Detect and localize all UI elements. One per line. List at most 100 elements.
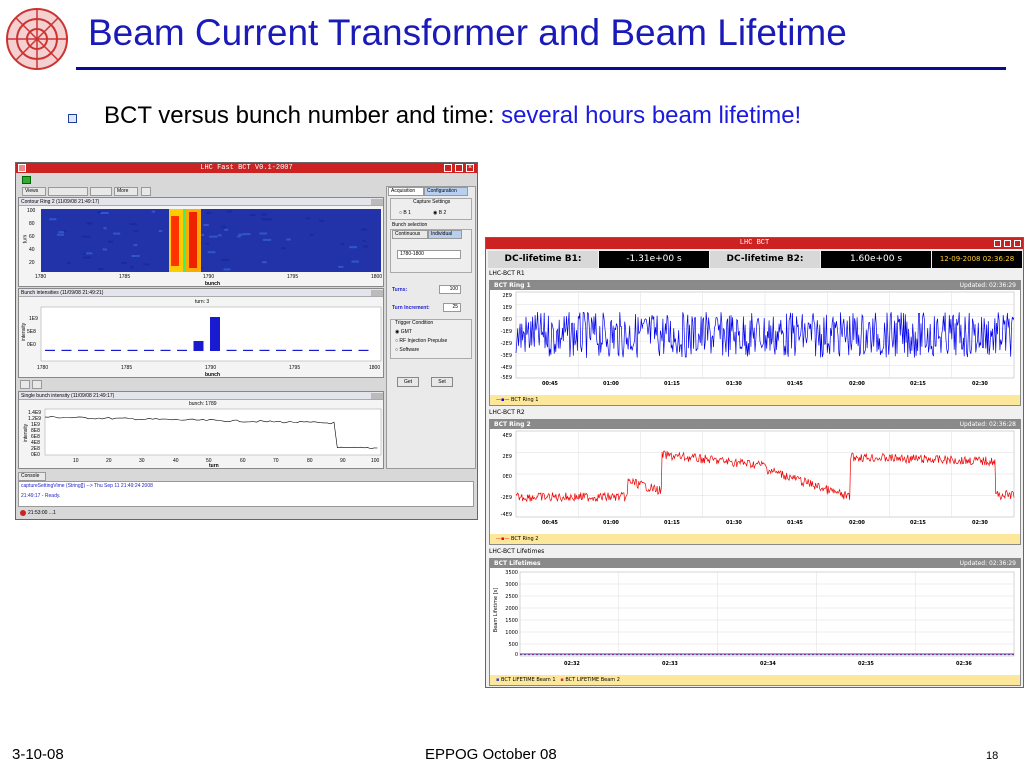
ring2-legend: —▪— BCT Ring 2: [490, 534, 1020, 544]
run-icon[interactable]: [22, 176, 31, 184]
contour-noise-cell: [130, 266, 134, 269]
status-error-icon: [20, 510, 26, 516]
capture-settings-label: Capture Settings: [413, 199, 451, 205]
contour-noise-cell: [262, 238, 272, 241]
ring2-legend-label: BCT Ring 2: [510, 536, 539, 542]
contour-noise-cell: [261, 213, 268, 216]
contour-noise-cell: [286, 238, 291, 241]
contour-noise-cell: [206, 212, 212, 215]
get-button[interactable]: Get: [397, 377, 419, 387]
datetime-display: 12-09-2008 02:36:28: [932, 251, 1022, 268]
status-text: 21:53:00 ...1: [28, 510, 56, 516]
console-tab[interactable]: Console: [18, 472, 46, 481]
set-button[interactable]: Set: [431, 377, 453, 387]
tab-configuration[interactable]: Configuration: [424, 187, 468, 196]
subtab-continuous[interactable]: Continuous: [392, 230, 428, 239]
contour-noise-cell: [220, 225, 226, 228]
bunch-selection-group: Continuous Individual 1780-1800: [390, 229, 472, 273]
tab-acquisition[interactable]: Acquisition: [388, 187, 424, 196]
ring1-ytick: -3E9: [500, 353, 512, 359]
trigger-gmt[interactable]: ◉ GMT: [395, 329, 412, 335]
contour-ylabel: turn: [22, 234, 29, 244]
bullet-highlight: several hours beam lifetime!: [501, 102, 802, 129]
footer-date: 3-10-08: [12, 746, 64, 763]
contour-noise-cell: [85, 252, 93, 255]
ring1-ytick: 0E0: [502, 317, 512, 323]
turn-increment-input[interactable]: 25: [443, 303, 461, 312]
single-bunch-panel: Single bunch intensity (11/09/08 21:49:1…: [18, 391, 384, 469]
radio-b1[interactable]: ○ B 1: [399, 210, 411, 216]
contour-noise-cell: [82, 256, 92, 259]
maximize-icon[interactable]: [1004, 240, 1011, 247]
lifetime-b2-label: BCT LIFETIME Beam 2: [565, 677, 620, 683]
close-icon[interactable]: ×: [466, 164, 474, 172]
console-output: captureSettingVime (String[]) --> Thu Se…: [18, 481, 474, 507]
toolbar-icons-group[interactable]: [48, 187, 88, 196]
bct-ring1-updated: Updated: 02:36:29: [959, 282, 1016, 289]
zoom-icon[interactable]: [20, 380, 30, 389]
single-xtick: 10: [73, 458, 79, 464]
trigger-rf-label: RF Injection Prepulse: [399, 338, 448, 344]
minimize-icon[interactable]: [444, 164, 452, 172]
trigger-software[interactable]: ○ Software: [395, 347, 419, 353]
toolbar-icons-group-2[interactable]: [90, 187, 112, 196]
section-r2: LHC-BCT R2: [489, 409, 525, 416]
section-r1: LHC-BCT R1: [489, 270, 525, 277]
ring1-ytick: 1E9: [502, 305, 512, 311]
contour-noise-cell: [224, 228, 229, 231]
lifetimes-xtick: 02:32: [564, 661, 580, 667]
contour-noise-cell: [49, 218, 57, 221]
ring1-legend-marker: —▪—: [496, 397, 511, 403]
contour-plot: [41, 209, 381, 272]
bunch-xtick: 1800: [369, 365, 381, 371]
dropdown-icon[interactable]: [32, 380, 42, 389]
views-button[interactable]: Views: [22, 187, 46, 196]
contour-hot-core-2: [189, 212, 197, 268]
lifetime-b1-label: BCT LIFETIME Beam 1: [500, 677, 556, 683]
close-icon[interactable]: [1014, 240, 1021, 247]
dc-lifetime-b1-label: DC-lifetime B1:: [488, 251, 598, 268]
maximize-icon[interactable]: [455, 164, 463, 172]
panel-controls-icon[interactable]: [371, 199, 383, 205]
bct-ring2-title: BCT Ring 2: [494, 421, 531, 428]
bunch-bar: [111, 349, 121, 351]
bunch-range-input[interactable]: 1780-1800: [397, 250, 461, 259]
subtab-individual[interactable]: Individual: [428, 230, 462, 239]
turns-input[interactable]: 100: [439, 285, 461, 294]
lifetimes-xtick: 02:34: [760, 661, 776, 667]
single-bunch-title: Single bunch intensity (11/09/08 21:49:1…: [19, 392, 383, 400]
turns-label: Turns:: [392, 287, 408, 293]
ring2-xtick: 02:00: [849, 520, 865, 526]
radio-b2[interactable]: ◉ B 2: [433, 210, 446, 216]
contour-green-strip: [183, 209, 186, 272]
contour-noise-cell: [217, 234, 222, 237]
minimize-icon[interactable]: [994, 240, 1001, 247]
radio-b2-label: B 2: [438, 210, 447, 216]
ring1-legend: —▪— BCT Ring 1: [490, 395, 1020, 405]
lifetimes-ytick: 0: [514, 652, 518, 658]
contour-noise-cell: [362, 239, 366, 242]
window-menu-icon[interactable]: [18, 164, 26, 172]
ring2-ytick: 0E0: [502, 474, 512, 480]
panel-controls-icon[interactable]: [371, 393, 383, 399]
contour-noise-cell: [338, 265, 344, 268]
fast-bct-titlebar[interactable]: LHC Fast BCT V0.1-2007: [16, 163, 477, 173]
bunch-xtick: 1790: [205, 365, 217, 371]
contour-hot-core-1: [171, 216, 179, 266]
ring2-xtick: 01:00: [603, 520, 619, 526]
bunch-bar: [193, 341, 204, 351]
bct-lifetimes-header: BCT Lifetimes Updated: 02:36:29: [490, 559, 1020, 568]
toolbar-extra-icon[interactable]: [141, 187, 151, 196]
ring1-xtick: 01:45: [787, 381, 803, 387]
turn-increment-label: Turn Increment:: [392, 305, 430, 311]
lhc-bct-titlebar[interactable]: LHC BCT: [486, 238, 1023, 249]
more-button[interactable]: More: [114, 187, 138, 196]
bunch-bar: [210, 317, 220, 351]
bunch-intensities-plot: [40, 306, 382, 362]
capture-settings-group: Capture Settings ○ B 1 ◉ B 2: [390, 198, 472, 220]
panel-controls-icon[interactable]: [371, 290, 383, 296]
bct-ring2-header: BCT Ring 2 Updated: 02:36:28: [490, 420, 1020, 429]
contour-noise-cell: [226, 210, 232, 213]
trigger-rf[interactable]: ○ RF Injection Prepulse: [395, 338, 447, 344]
contour-noise-cell: [220, 258, 229, 261]
